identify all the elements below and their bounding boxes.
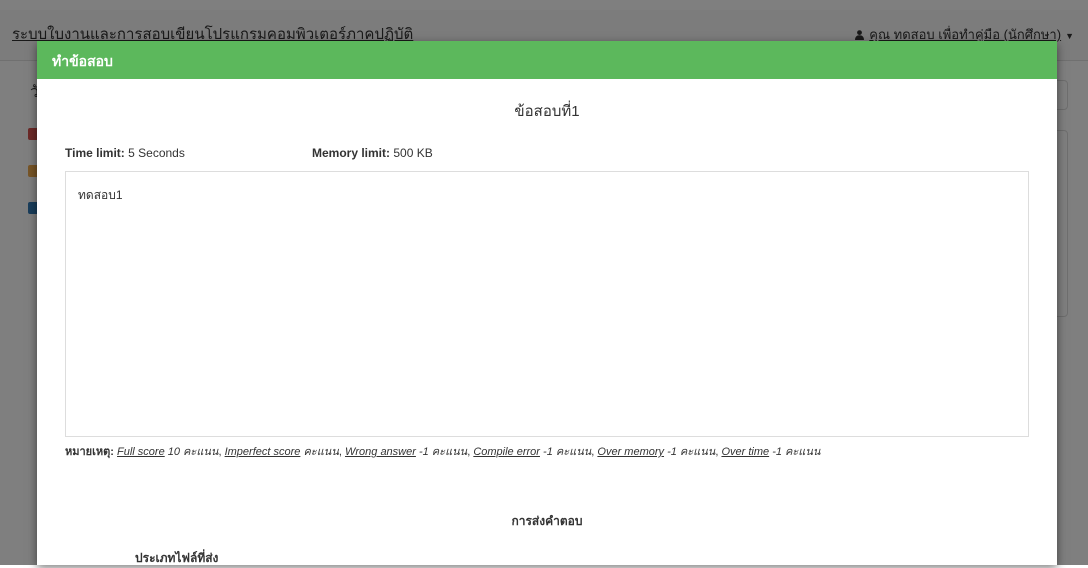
remark-term-full-score: Full score bbox=[117, 446, 165, 458]
time-limit: Time limit: 5 Seconds bbox=[65, 146, 185, 160]
modal-header: ทำข้อสอบ bbox=[37, 41, 1057, 79]
remark-points-compile-error: -1 คะแนน bbox=[543, 446, 592, 458]
remark-term-compile-error: Compile error bbox=[473, 446, 540, 458]
problem-description-box: ทดสอบ1 bbox=[65, 171, 1029, 437]
modal-title: ทำข้อสอบ bbox=[52, 53, 113, 69]
exam-modal: ทำข้อสอบ ข้อสอบที่1 Time limit: 5 Second… bbox=[37, 41, 1057, 565]
memory-limit-value: 500 KB bbox=[393, 146, 433, 160]
remark-points-full-score: 10 คะแนน bbox=[167, 446, 219, 458]
remark-points-over-memory: -1 คะแนน bbox=[667, 446, 716, 458]
question-title: ข้อสอบที่1 bbox=[514, 103, 580, 120]
submit-section-title: การส่งคำตอบ bbox=[511, 514, 583, 528]
remark-points-wrong-answer: -1 คะแนน bbox=[418, 446, 468, 458]
remark-term-imperfect-score: Imperfect score bbox=[224, 446, 301, 458]
remark-points-imperfect-score: คะแนน bbox=[303, 446, 339, 458]
memory-limit-label: Memory limit: bbox=[312, 146, 391, 160]
remark-points-over-time: -1 คะแนน bbox=[772, 446, 821, 458]
file-type-label: ประเภทไฟล์ที่ส่ง bbox=[135, 551, 219, 565]
remark-term-over-time: Over time bbox=[721, 446, 770, 458]
time-limit-label: Time limit: bbox=[65, 146, 125, 160]
memory-limit: Memory limit: 500 KB bbox=[312, 146, 433, 160]
remark-term-wrong-answer: Wrong answer bbox=[344, 446, 416, 458]
problem-text: ทดสอบ1 bbox=[78, 188, 123, 202]
time-limit-value: 5 Seconds bbox=[128, 146, 185, 160]
remark-label: หมายเหตุ: bbox=[65, 446, 114, 458]
remark-term-over-memory: Over memory bbox=[597, 446, 665, 458]
scoring-remark: หมายเหตุ: Full score 10 คะแนน, Imperfect… bbox=[65, 446, 821, 458]
